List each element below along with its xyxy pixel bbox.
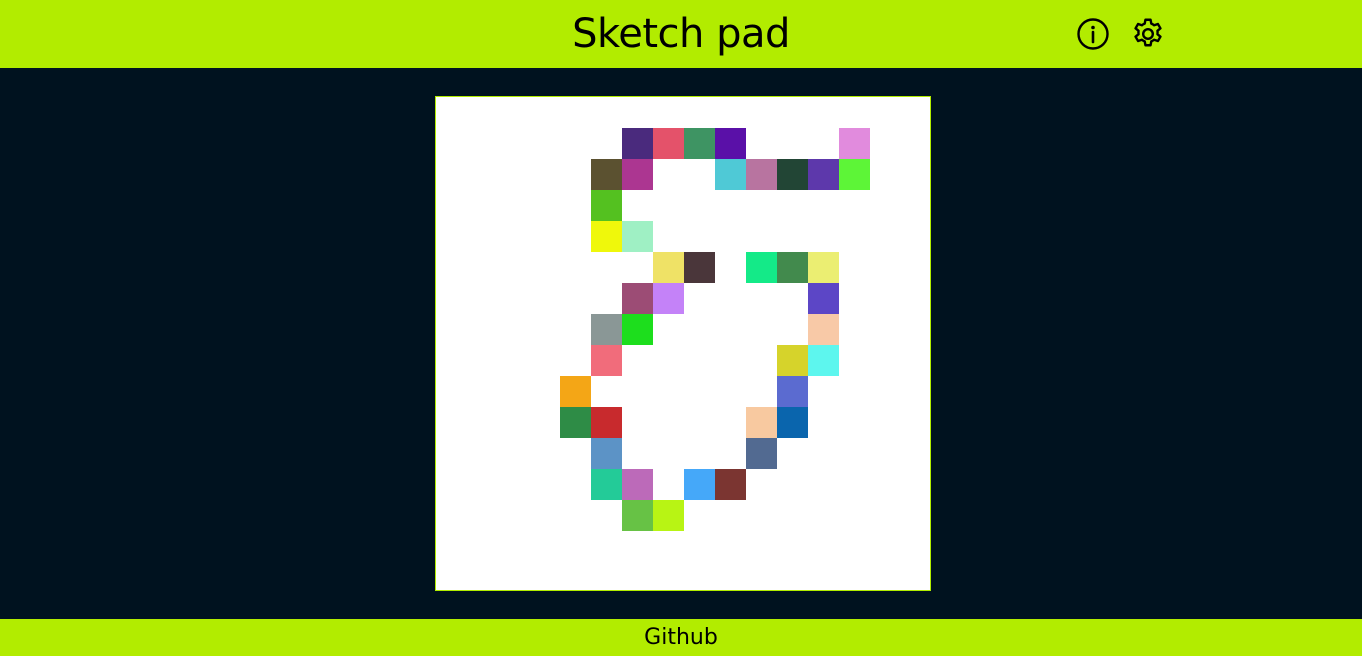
canvas-pixel[interactable] — [777, 376, 808, 407]
canvas-pixel[interactable] — [622, 283, 653, 314]
canvas-pixel[interactable] — [715, 469, 746, 500]
app-footer: Github — [0, 619, 1362, 656]
canvas-pixel[interactable] — [591, 345, 622, 376]
canvas-pixel[interactable] — [715, 128, 746, 159]
canvas-pixel[interactable] — [591, 159, 622, 190]
canvas-pixel[interactable] — [653, 128, 684, 159]
canvas-pixel[interactable] — [746, 252, 777, 283]
app-header: Sketch pad — [0, 0, 1362, 68]
info-circle-icon — [1077, 18, 1109, 50]
canvas-pixel[interactable] — [591, 407, 622, 438]
canvas-pixel[interactable] — [653, 283, 684, 314]
canvas-pixel[interactable] — [591, 190, 622, 221]
canvas-pixel[interactable] — [777, 345, 808, 376]
canvas-pixel[interactable] — [715, 159, 746, 190]
canvas-pixel[interactable] — [746, 407, 777, 438]
canvas-pixel[interactable] — [808, 252, 839, 283]
main-area — [0, 68, 1362, 619]
canvas-pixel[interactable] — [622, 469, 653, 500]
canvas-pixel[interactable] — [808, 159, 839, 190]
canvas-pixel[interactable] — [839, 128, 870, 159]
canvas-pixel[interactable] — [591, 314, 622, 345]
canvas-pixel[interactable] — [746, 159, 777, 190]
canvas-pixel[interactable] — [839, 159, 870, 190]
canvas-pixel[interactable] — [653, 500, 684, 531]
canvas-pixel[interactable] — [684, 128, 715, 159]
canvas-pixel[interactable] — [622, 128, 653, 159]
canvas-pixel[interactable] — [777, 407, 808, 438]
info-button[interactable] — [1075, 16, 1111, 52]
canvas-pixel[interactable] — [591, 469, 622, 500]
canvas-pixel[interactable] — [808, 283, 839, 314]
canvas-pixel[interactable] — [808, 314, 839, 345]
canvas-pixel[interactable] — [777, 252, 808, 283]
canvas-pixel[interactable] — [684, 469, 715, 500]
canvas-pixel[interactable] — [746, 438, 777, 469]
sketch-canvas[interactable] — [435, 96, 931, 591]
canvas-pixel[interactable] — [560, 407, 591, 438]
canvas-pixel[interactable] — [591, 438, 622, 469]
canvas-pixel[interactable] — [622, 500, 653, 531]
canvas-pixel[interactable] — [684, 252, 715, 283]
canvas-pixel[interactable] — [591, 221, 622, 252]
canvas-pixel[interactable] — [622, 314, 653, 345]
canvas-pixel[interactable] — [622, 221, 653, 252]
gear-icon — [1134, 18, 1162, 47]
canvas-pixel[interactable] — [808, 345, 839, 376]
settings-button[interactable] — [1130, 16, 1166, 52]
canvas-pixel[interactable] — [622, 159, 653, 190]
canvas-pixel[interactable] — [560, 376, 591, 407]
github-link[interactable]: Github — [644, 619, 718, 656]
canvas-pixel[interactable] — [653, 252, 684, 283]
canvas-pixel[interactable] — [777, 159, 808, 190]
